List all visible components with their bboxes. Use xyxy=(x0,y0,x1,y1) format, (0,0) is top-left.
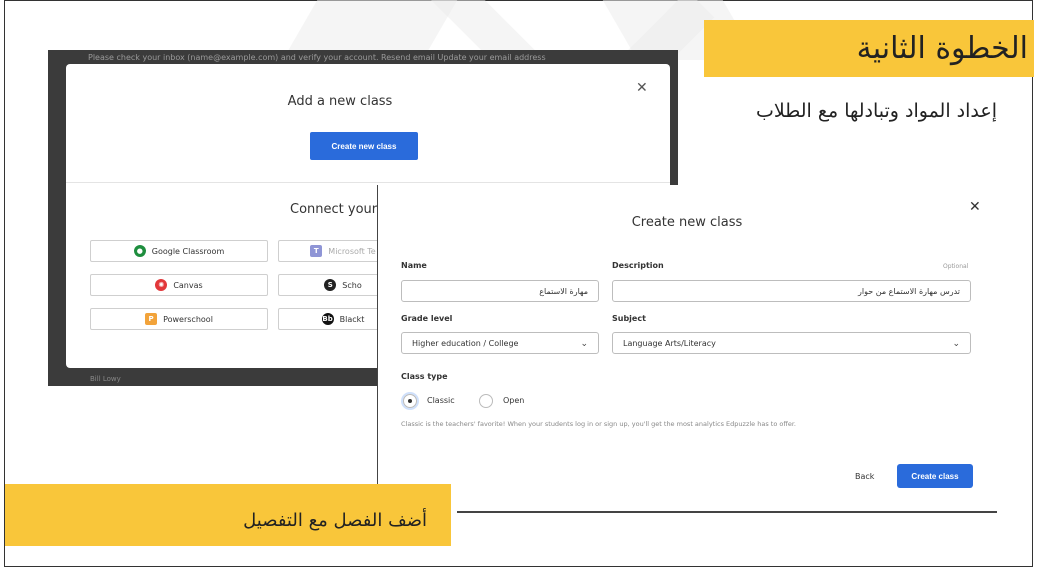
lms-button-canvas[interactable]: ✺ Canvas xyxy=(90,274,268,296)
grade-level-select[interactable]: Higher education / College ⌄ xyxy=(401,332,599,354)
microsoft-teams-icon: T xyxy=(310,245,323,257)
description-label: Description xyxy=(612,261,664,270)
google-classroom-icon: ● xyxy=(133,245,146,257)
frame-line xyxy=(457,511,997,513)
optional-label: Optional xyxy=(943,263,969,270)
back-button[interactable]: Back xyxy=(855,472,874,481)
subject-value: Language Arts/Literacy xyxy=(623,339,716,348)
close-icon[interactable]: ✕ xyxy=(969,199,981,215)
lms-label: Google Classroom xyxy=(151,246,225,256)
name-label: Name xyxy=(401,261,427,270)
schoology-icon: S xyxy=(324,279,337,291)
dialog-title: Create new class xyxy=(631,215,743,230)
classic-radio[interactable] xyxy=(403,394,417,408)
powerschool-icon: P xyxy=(145,313,158,325)
subject-label: Subject xyxy=(612,314,646,323)
lms-label: Powerschool xyxy=(163,314,213,324)
name-input[interactable]: مهارة الاستماع xyxy=(401,280,599,302)
modal-title: Add a new class xyxy=(287,94,393,109)
lms-label: Microsoft Te xyxy=(328,246,376,256)
frame-line xyxy=(377,185,378,513)
lms-label: Canvas xyxy=(173,280,203,290)
class-type-hint: Classic is the teachers' favorite! When … xyxy=(401,420,796,428)
step-title-banner: الخطوة الثانية xyxy=(704,20,1034,77)
canvas-icon: ✺ xyxy=(155,279,168,291)
caption-banner: أضف الفصل مع التفصيل xyxy=(5,484,451,546)
subject-select[interactable]: Language Arts/Literacy ⌄ xyxy=(612,332,971,354)
chevron-down-icon: ⌄ xyxy=(580,339,588,349)
lms-label: Blackt xyxy=(339,314,365,324)
open-radio[interactable] xyxy=(479,394,493,408)
lms-button-google-classroom[interactable]: ● Google Classroom xyxy=(90,240,268,262)
open-label: Open xyxy=(503,396,525,405)
create-class-screenshot: Create new class ✕ Name مهارة الاستماع D… xyxy=(377,185,997,513)
connect-title: Connect your xyxy=(290,202,378,217)
lms-button-powerschool[interactable]: P Powerschool xyxy=(90,308,268,330)
grade-level-value: Higher education / College xyxy=(412,339,519,348)
blackboard-icon: Bb xyxy=(321,313,334,325)
class-type-label: Class type xyxy=(401,372,448,381)
grade-level-label: Grade level xyxy=(401,314,453,323)
create-class-button[interactable]: Create class xyxy=(897,464,973,488)
create-new-class-button[interactable]: Create new class xyxy=(310,132,418,160)
description-input[interactable]: تدرس مهارة الاستماع من حوار xyxy=(612,280,971,302)
lms-label: Scho xyxy=(342,280,362,290)
step-subtitle: إعداد المواد وتبادلها مع الطلاب xyxy=(755,100,997,122)
background-text: Bill Lowy xyxy=(90,375,121,383)
close-icon[interactable]: ✕ xyxy=(636,80,648,96)
classic-label: Classic xyxy=(427,396,455,405)
divider xyxy=(66,182,670,183)
chevron-down-icon: ⌄ xyxy=(952,339,960,349)
